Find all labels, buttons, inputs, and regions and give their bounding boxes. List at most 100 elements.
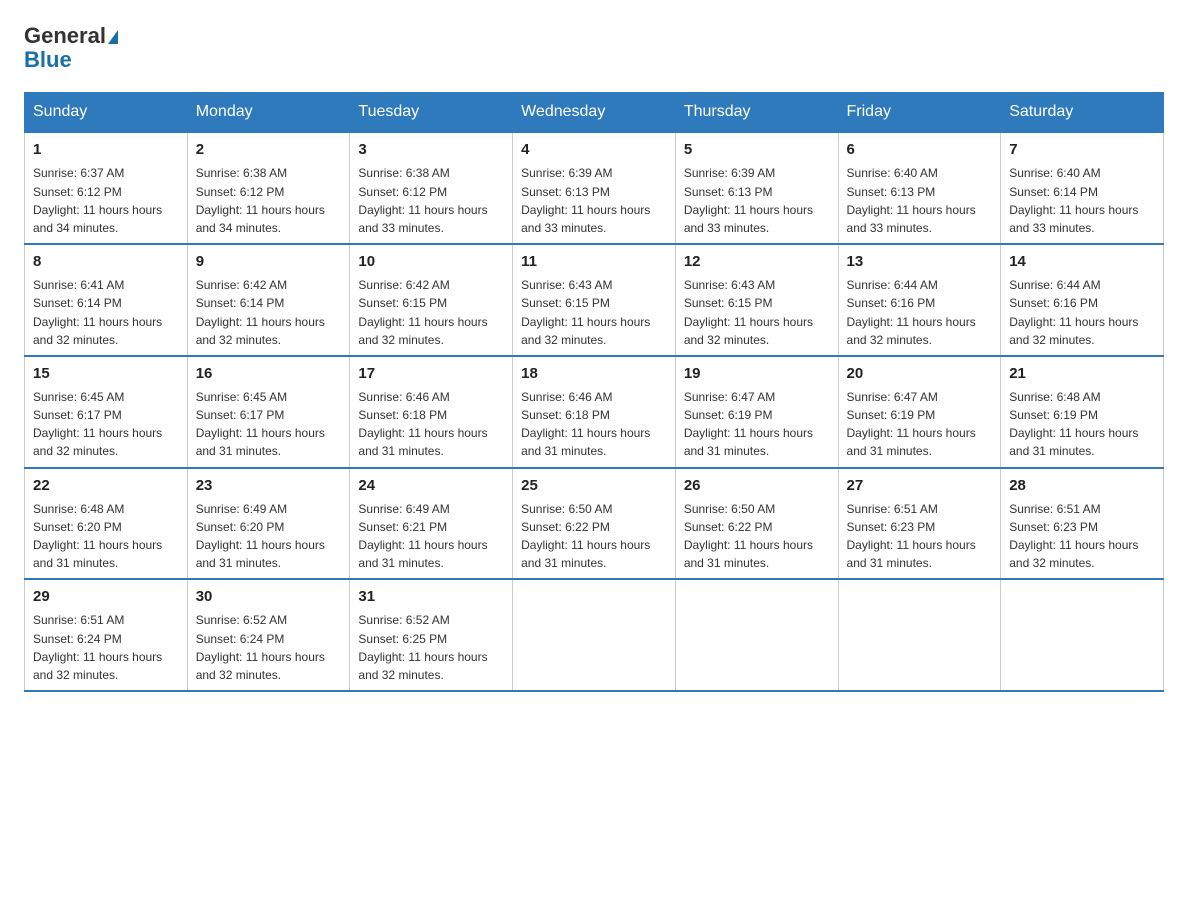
day-number: 28 xyxy=(1009,475,1155,496)
day-info: Sunrise: 6:51 AMSunset: 6:24 PMDaylight:… xyxy=(33,613,162,682)
day-info: Sunrise: 6:49 AMSunset: 6:20 PMDaylight:… xyxy=(196,502,325,571)
day-cell: 1 Sunrise: 6:37 AMSunset: 6:12 PMDayligh… xyxy=(25,132,188,244)
day-cell: 22 Sunrise: 6:48 AMSunset: 6:20 PMDaylig… xyxy=(25,468,188,580)
day-info: Sunrise: 6:52 AMSunset: 6:25 PMDaylight:… xyxy=(358,613,487,682)
day-info: Sunrise: 6:50 AMSunset: 6:22 PMDaylight:… xyxy=(521,502,650,571)
day-info: Sunrise: 6:38 AMSunset: 6:12 PMDaylight:… xyxy=(196,166,325,235)
day-cell: 19 Sunrise: 6:47 AMSunset: 6:19 PMDaylig… xyxy=(675,356,838,468)
day-number: 11 xyxy=(521,251,667,272)
day-info: Sunrise: 6:46 AMSunset: 6:18 PMDaylight:… xyxy=(521,390,650,459)
day-cell: 29 Sunrise: 6:51 AMSunset: 6:24 PMDaylig… xyxy=(25,579,188,691)
day-number: 24 xyxy=(358,475,504,496)
day-info: Sunrise: 6:41 AMSunset: 6:14 PMDaylight:… xyxy=(33,278,162,347)
logo-general: General xyxy=(24,24,118,48)
day-cell: 16 Sunrise: 6:45 AMSunset: 6:17 PMDaylig… xyxy=(187,356,350,468)
day-cell: 9 Sunrise: 6:42 AMSunset: 6:14 PMDayligh… xyxy=(187,244,350,356)
day-info: Sunrise: 6:38 AMSunset: 6:12 PMDaylight:… xyxy=(358,166,487,235)
calendar-body: 1 Sunrise: 6:37 AMSunset: 6:12 PMDayligh… xyxy=(25,132,1164,691)
day-info: Sunrise: 6:48 AMSunset: 6:19 PMDaylight:… xyxy=(1009,390,1138,459)
day-number: 4 xyxy=(521,139,667,160)
day-cell: 8 Sunrise: 6:41 AMSunset: 6:14 PMDayligh… xyxy=(25,244,188,356)
day-number: 29 xyxy=(33,586,179,607)
day-cell: 27 Sunrise: 6:51 AMSunset: 6:23 PMDaylig… xyxy=(838,468,1001,580)
day-number: 15 xyxy=(33,363,179,384)
day-number: 20 xyxy=(847,363,993,384)
day-cell: 26 Sunrise: 6:50 AMSunset: 6:22 PMDaylig… xyxy=(675,468,838,580)
day-number: 18 xyxy=(521,363,667,384)
day-info: Sunrise: 6:44 AMSunset: 6:16 PMDaylight:… xyxy=(1009,278,1138,347)
day-number: 21 xyxy=(1009,363,1155,384)
header-saturday: Saturday xyxy=(1001,93,1164,133)
calendar-table: SundayMondayTuesdayWednesdayThursdayFrid… xyxy=(24,92,1164,692)
day-info: Sunrise: 6:40 AMSunset: 6:13 PMDaylight:… xyxy=(847,166,976,235)
day-cell: 12 Sunrise: 6:43 AMSunset: 6:15 PMDaylig… xyxy=(675,244,838,356)
header-tuesday: Tuesday xyxy=(350,93,513,133)
day-cell: 21 Sunrise: 6:48 AMSunset: 6:19 PMDaylig… xyxy=(1001,356,1164,468)
day-cell: 7 Sunrise: 6:40 AMSunset: 6:14 PMDayligh… xyxy=(1001,132,1164,244)
day-cell: 18 Sunrise: 6:46 AMSunset: 6:18 PMDaylig… xyxy=(513,356,676,468)
day-info: Sunrise: 6:43 AMSunset: 6:15 PMDaylight:… xyxy=(684,278,813,347)
day-number: 26 xyxy=(684,475,830,496)
day-number: 1 xyxy=(33,139,179,160)
header-wednesday: Wednesday xyxy=(513,93,676,133)
day-info: Sunrise: 6:43 AMSunset: 6:15 PMDaylight:… xyxy=(521,278,650,347)
day-number: 6 xyxy=(847,139,993,160)
day-cell: 20 Sunrise: 6:47 AMSunset: 6:19 PMDaylig… xyxy=(838,356,1001,468)
day-number: 13 xyxy=(847,251,993,272)
day-number: 22 xyxy=(33,475,179,496)
day-info: Sunrise: 6:52 AMSunset: 6:24 PMDaylight:… xyxy=(196,613,325,682)
day-cell: 28 Sunrise: 6:51 AMSunset: 6:23 PMDaylig… xyxy=(1001,468,1164,580)
day-number: 10 xyxy=(358,251,504,272)
day-info: Sunrise: 6:39 AMSunset: 6:13 PMDaylight:… xyxy=(521,166,650,235)
day-number: 23 xyxy=(196,475,342,496)
day-cell: 24 Sunrise: 6:49 AMSunset: 6:21 PMDaylig… xyxy=(350,468,513,580)
day-info: Sunrise: 6:39 AMSunset: 6:13 PMDaylight:… xyxy=(684,166,813,235)
day-number: 12 xyxy=(684,251,830,272)
day-cell xyxy=(675,579,838,691)
day-cell xyxy=(513,579,676,691)
logo-blue-text: Blue xyxy=(24,48,72,72)
logo-triangle-icon xyxy=(108,30,118,44)
page-header: General Blue xyxy=(24,24,1164,72)
day-info: Sunrise: 6:47 AMSunset: 6:19 PMDaylight:… xyxy=(684,390,813,459)
header-thursday: Thursday xyxy=(675,93,838,133)
day-number: 3 xyxy=(358,139,504,160)
day-cell: 17 Sunrise: 6:46 AMSunset: 6:18 PMDaylig… xyxy=(350,356,513,468)
header-monday: Monday xyxy=(187,93,350,133)
week-row-1: 1 Sunrise: 6:37 AMSunset: 6:12 PMDayligh… xyxy=(25,132,1164,244)
day-cell: 31 Sunrise: 6:52 AMSunset: 6:25 PMDaylig… xyxy=(350,579,513,691)
day-number: 2 xyxy=(196,139,342,160)
day-number: 16 xyxy=(196,363,342,384)
day-number: 7 xyxy=(1009,139,1155,160)
day-number: 17 xyxy=(358,363,504,384)
day-info: Sunrise: 6:47 AMSunset: 6:19 PMDaylight:… xyxy=(847,390,976,459)
day-cell xyxy=(838,579,1001,691)
day-cell: 13 Sunrise: 6:44 AMSunset: 6:16 PMDaylig… xyxy=(838,244,1001,356)
day-info: Sunrise: 6:42 AMSunset: 6:15 PMDaylight:… xyxy=(358,278,487,347)
day-info: Sunrise: 6:49 AMSunset: 6:21 PMDaylight:… xyxy=(358,502,487,571)
day-info: Sunrise: 6:40 AMSunset: 6:14 PMDaylight:… xyxy=(1009,166,1138,235)
day-cell: 6 Sunrise: 6:40 AMSunset: 6:13 PMDayligh… xyxy=(838,132,1001,244)
day-info: Sunrise: 6:46 AMSunset: 6:18 PMDaylight:… xyxy=(358,390,487,459)
header-row: SundayMondayTuesdayWednesdayThursdayFrid… xyxy=(25,93,1164,133)
day-info: Sunrise: 6:50 AMSunset: 6:22 PMDaylight:… xyxy=(684,502,813,571)
header-sunday: Sunday xyxy=(25,93,188,133)
day-number: 27 xyxy=(847,475,993,496)
day-number: 19 xyxy=(684,363,830,384)
day-number: 8 xyxy=(33,251,179,272)
day-info: Sunrise: 6:37 AMSunset: 6:12 PMDaylight:… xyxy=(33,166,162,235)
day-cell: 30 Sunrise: 6:52 AMSunset: 6:24 PMDaylig… xyxy=(187,579,350,691)
day-cell: 11 Sunrise: 6:43 AMSunset: 6:15 PMDaylig… xyxy=(513,244,676,356)
day-info: Sunrise: 6:51 AMSunset: 6:23 PMDaylight:… xyxy=(1009,502,1138,571)
day-info: Sunrise: 6:45 AMSunset: 6:17 PMDaylight:… xyxy=(196,390,325,459)
day-cell: 5 Sunrise: 6:39 AMSunset: 6:13 PMDayligh… xyxy=(675,132,838,244)
day-info: Sunrise: 6:51 AMSunset: 6:23 PMDaylight:… xyxy=(847,502,976,571)
week-row-2: 8 Sunrise: 6:41 AMSunset: 6:14 PMDayligh… xyxy=(25,244,1164,356)
day-number: 9 xyxy=(196,251,342,272)
day-info: Sunrise: 6:44 AMSunset: 6:16 PMDaylight:… xyxy=(847,278,976,347)
day-number: 31 xyxy=(358,586,504,607)
day-number: 30 xyxy=(196,586,342,607)
day-number: 14 xyxy=(1009,251,1155,272)
day-cell: 10 Sunrise: 6:42 AMSunset: 6:15 PMDaylig… xyxy=(350,244,513,356)
day-cell: 14 Sunrise: 6:44 AMSunset: 6:16 PMDaylig… xyxy=(1001,244,1164,356)
